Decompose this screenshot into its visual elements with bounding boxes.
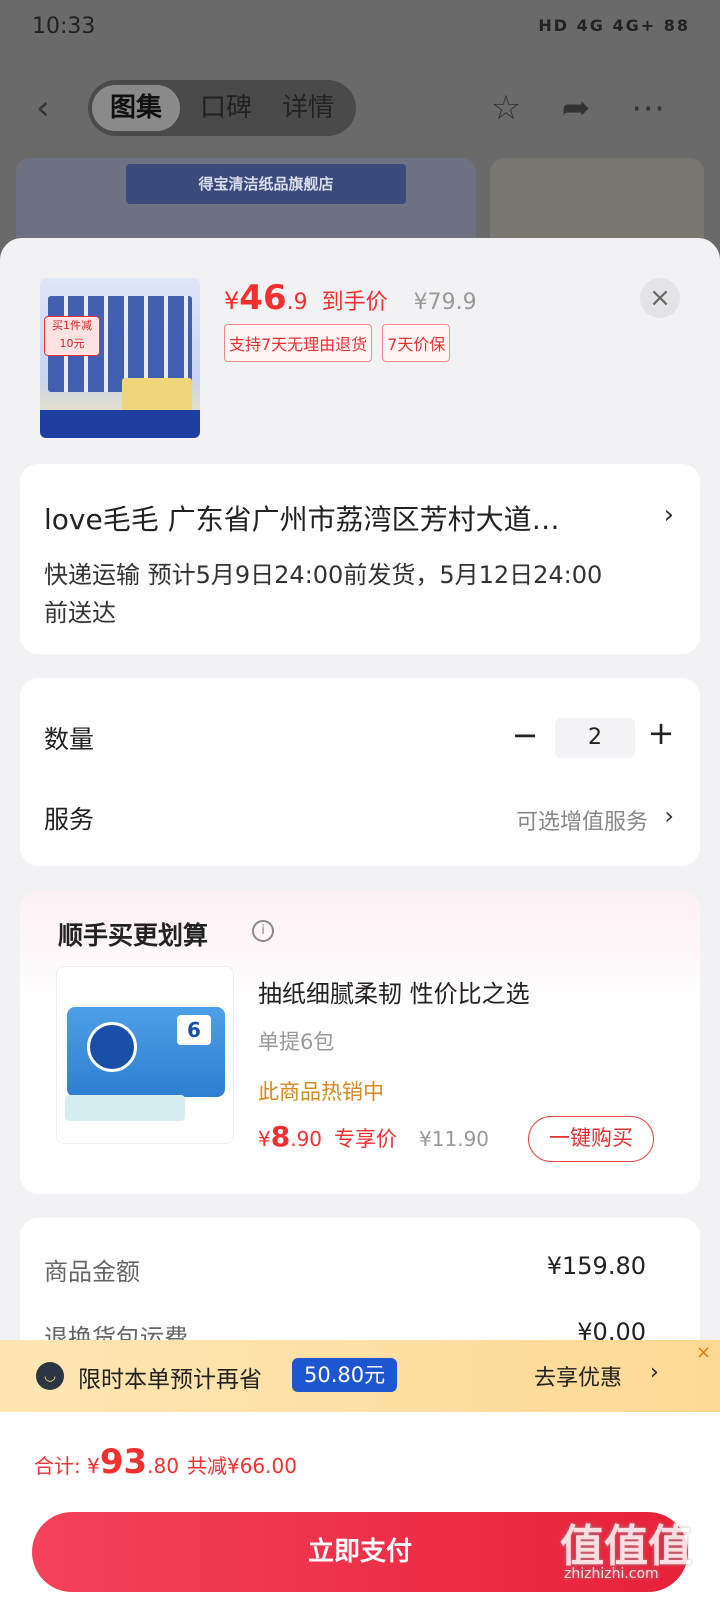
original-price: ¥11.90 (419, 1127, 490, 1151)
service-label: 服务 (44, 805, 95, 834)
original-price: ¥79.9 (413, 290, 477, 315)
thumb-promo: 买1件减 10元 (44, 316, 100, 356)
product-tags: 支持7天无理由退货 7天价保 (224, 324, 451, 362)
close-icon[interactable]: × (640, 278, 680, 318)
recommend-price: ¥ 8 .90 专享价 ¥11.90 (258, 1120, 489, 1153)
watermark-url: zhizhizhi.com (564, 1566, 659, 1582)
coupon-badge: 50.80元 (292, 1358, 398, 1392)
quantity-label: 数量 (44, 725, 95, 754)
star-icon[interactable]: ☆ (486, 88, 526, 128)
minus-button[interactable]: − (510, 716, 540, 754)
service-value[interactable]: 可选增值服务 (516, 804, 648, 836)
tissue-box-image (65, 1095, 185, 1121)
share-icon[interactable]: ➦ (556, 88, 596, 128)
price-label: 专享价 (334, 1127, 398, 1151)
close-icon[interactable]: × (696, 1342, 711, 1363)
segmented-tabs: 图集 口碑 详情 (88, 80, 356, 136)
product-price: ¥ 46 .9 到手价 ¥79.9 (224, 278, 477, 318)
recommend-name[interactable]: 抽纸细腻柔韧 性价比之选 (258, 974, 530, 1009)
more-icon[interactable]: ⋯ (628, 88, 668, 128)
tag-price-protect: 7天价保 (382, 324, 451, 362)
price-integer: 8 (270, 1120, 291, 1153)
tab-details[interactable]: 详情 (266, 85, 350, 131)
status-bar: 10:33 HD 4G 4G+ 88 (0, 0, 720, 58)
pack-count-badge: 6 (177, 1015, 211, 1045)
amount-value: ¥159.80 (546, 1252, 646, 1280)
coupon-text: 限时本单预计再省 (78, 1367, 262, 1393)
tab-reviews[interactable]: 口碑 (186, 85, 266, 131)
total-integer: 93 (99, 1442, 148, 1482)
total-decimal: .80 (147, 1454, 179, 1478)
product-thumbnail: 买1件减 10元 (40, 278, 200, 438)
address-line: love毛毛 广东省广州市荔湾区芳村大道… (44, 503, 560, 536)
quantity-service-card: 数量 − 2 + 服务 可选增值服务 › (20, 678, 700, 866)
status-time: 10:33 (32, 14, 96, 39)
recommend-title: 顺手买更划算 (58, 921, 209, 950)
info-icon[interactable]: i (252, 920, 274, 942)
price-symbol: ¥ (258, 1127, 271, 1151)
tab-gallery[interactable]: 图集 (92, 85, 180, 131)
plus-button[interactable]: + (646, 714, 676, 752)
status-indicators: HD 4G 4G+ 88 (538, 16, 690, 35)
price-decimal: .9 (286, 290, 308, 315)
price-symbol: ¥ (224, 287, 240, 315)
chevron-right-icon[interactable]: › (664, 802, 674, 830)
amount-label: 商品金额 (44, 1258, 140, 1286)
price-integer: 46 (239, 278, 287, 318)
order-total: 合计: ¥ 93 .80 共减¥66.00 (34, 1442, 297, 1482)
coupon-action[interactable]: 去享优惠 (534, 1360, 622, 1392)
total-label: 合计: ¥ (34, 1454, 100, 1478)
address-card[interactable]: love毛毛 广东省广州市荔湾区芳村大道… › 快递运输 预计5月9日24:00… (20, 464, 700, 654)
shipping-info: 快递运输 预计5月9日24:00前发货，5月12日24:00前送达 (44, 561, 603, 627)
thumb-strip (40, 410, 200, 438)
one-click-buy-button[interactable]: 一键购买 (528, 1116, 654, 1162)
store-banner: 得宝清洁纸品旗舰店 (126, 164, 406, 204)
top-nav: ‹ 图集 口碑 详情 ☆ ➦ ⋯ (0, 78, 720, 138)
price-decimal: .90 (290, 1127, 323, 1151)
coupon-banner[interactable]: ◡ 限时本单预计再省 50.80元 去享优惠 › × (0, 1340, 720, 1412)
watermark: 值值值 zhizhizhi.com (560, 1510, 710, 1582)
recommend-card: 顺手买更划算 i 6 抽纸细腻柔韧 性价比之选 单提6包 此商品热销中 ¥ 8 … (20, 890, 700, 1194)
quantity-input[interactable]: 2 (555, 718, 635, 758)
watermark-text: 值值值 (560, 1521, 692, 1572)
chevron-right-icon[interactable]: › (650, 1360, 659, 1385)
tag-return: 支持7天无理由退货 (224, 324, 373, 362)
total-saved: 共减¥66.00 (186, 1454, 297, 1478)
brand-logo (87, 1022, 137, 1072)
recommend-image[interactable]: 6 (56, 966, 234, 1144)
back-icon[interactable]: ‹ (36, 90, 60, 126)
recommend-hot: 此商品热销中 (258, 1080, 384, 1104)
price-label: 到手价 (321, 290, 388, 315)
recommend-spec: 单提6包 (258, 1030, 335, 1054)
chevron-right-icon: › (663, 500, 674, 530)
coupon-icon: ◡ (36, 1362, 64, 1390)
product-header: 买1件减 10元 ¥ 46 .9 到手价 ¥79.9 支持7天无理由退货 7天价… (0, 238, 720, 448)
